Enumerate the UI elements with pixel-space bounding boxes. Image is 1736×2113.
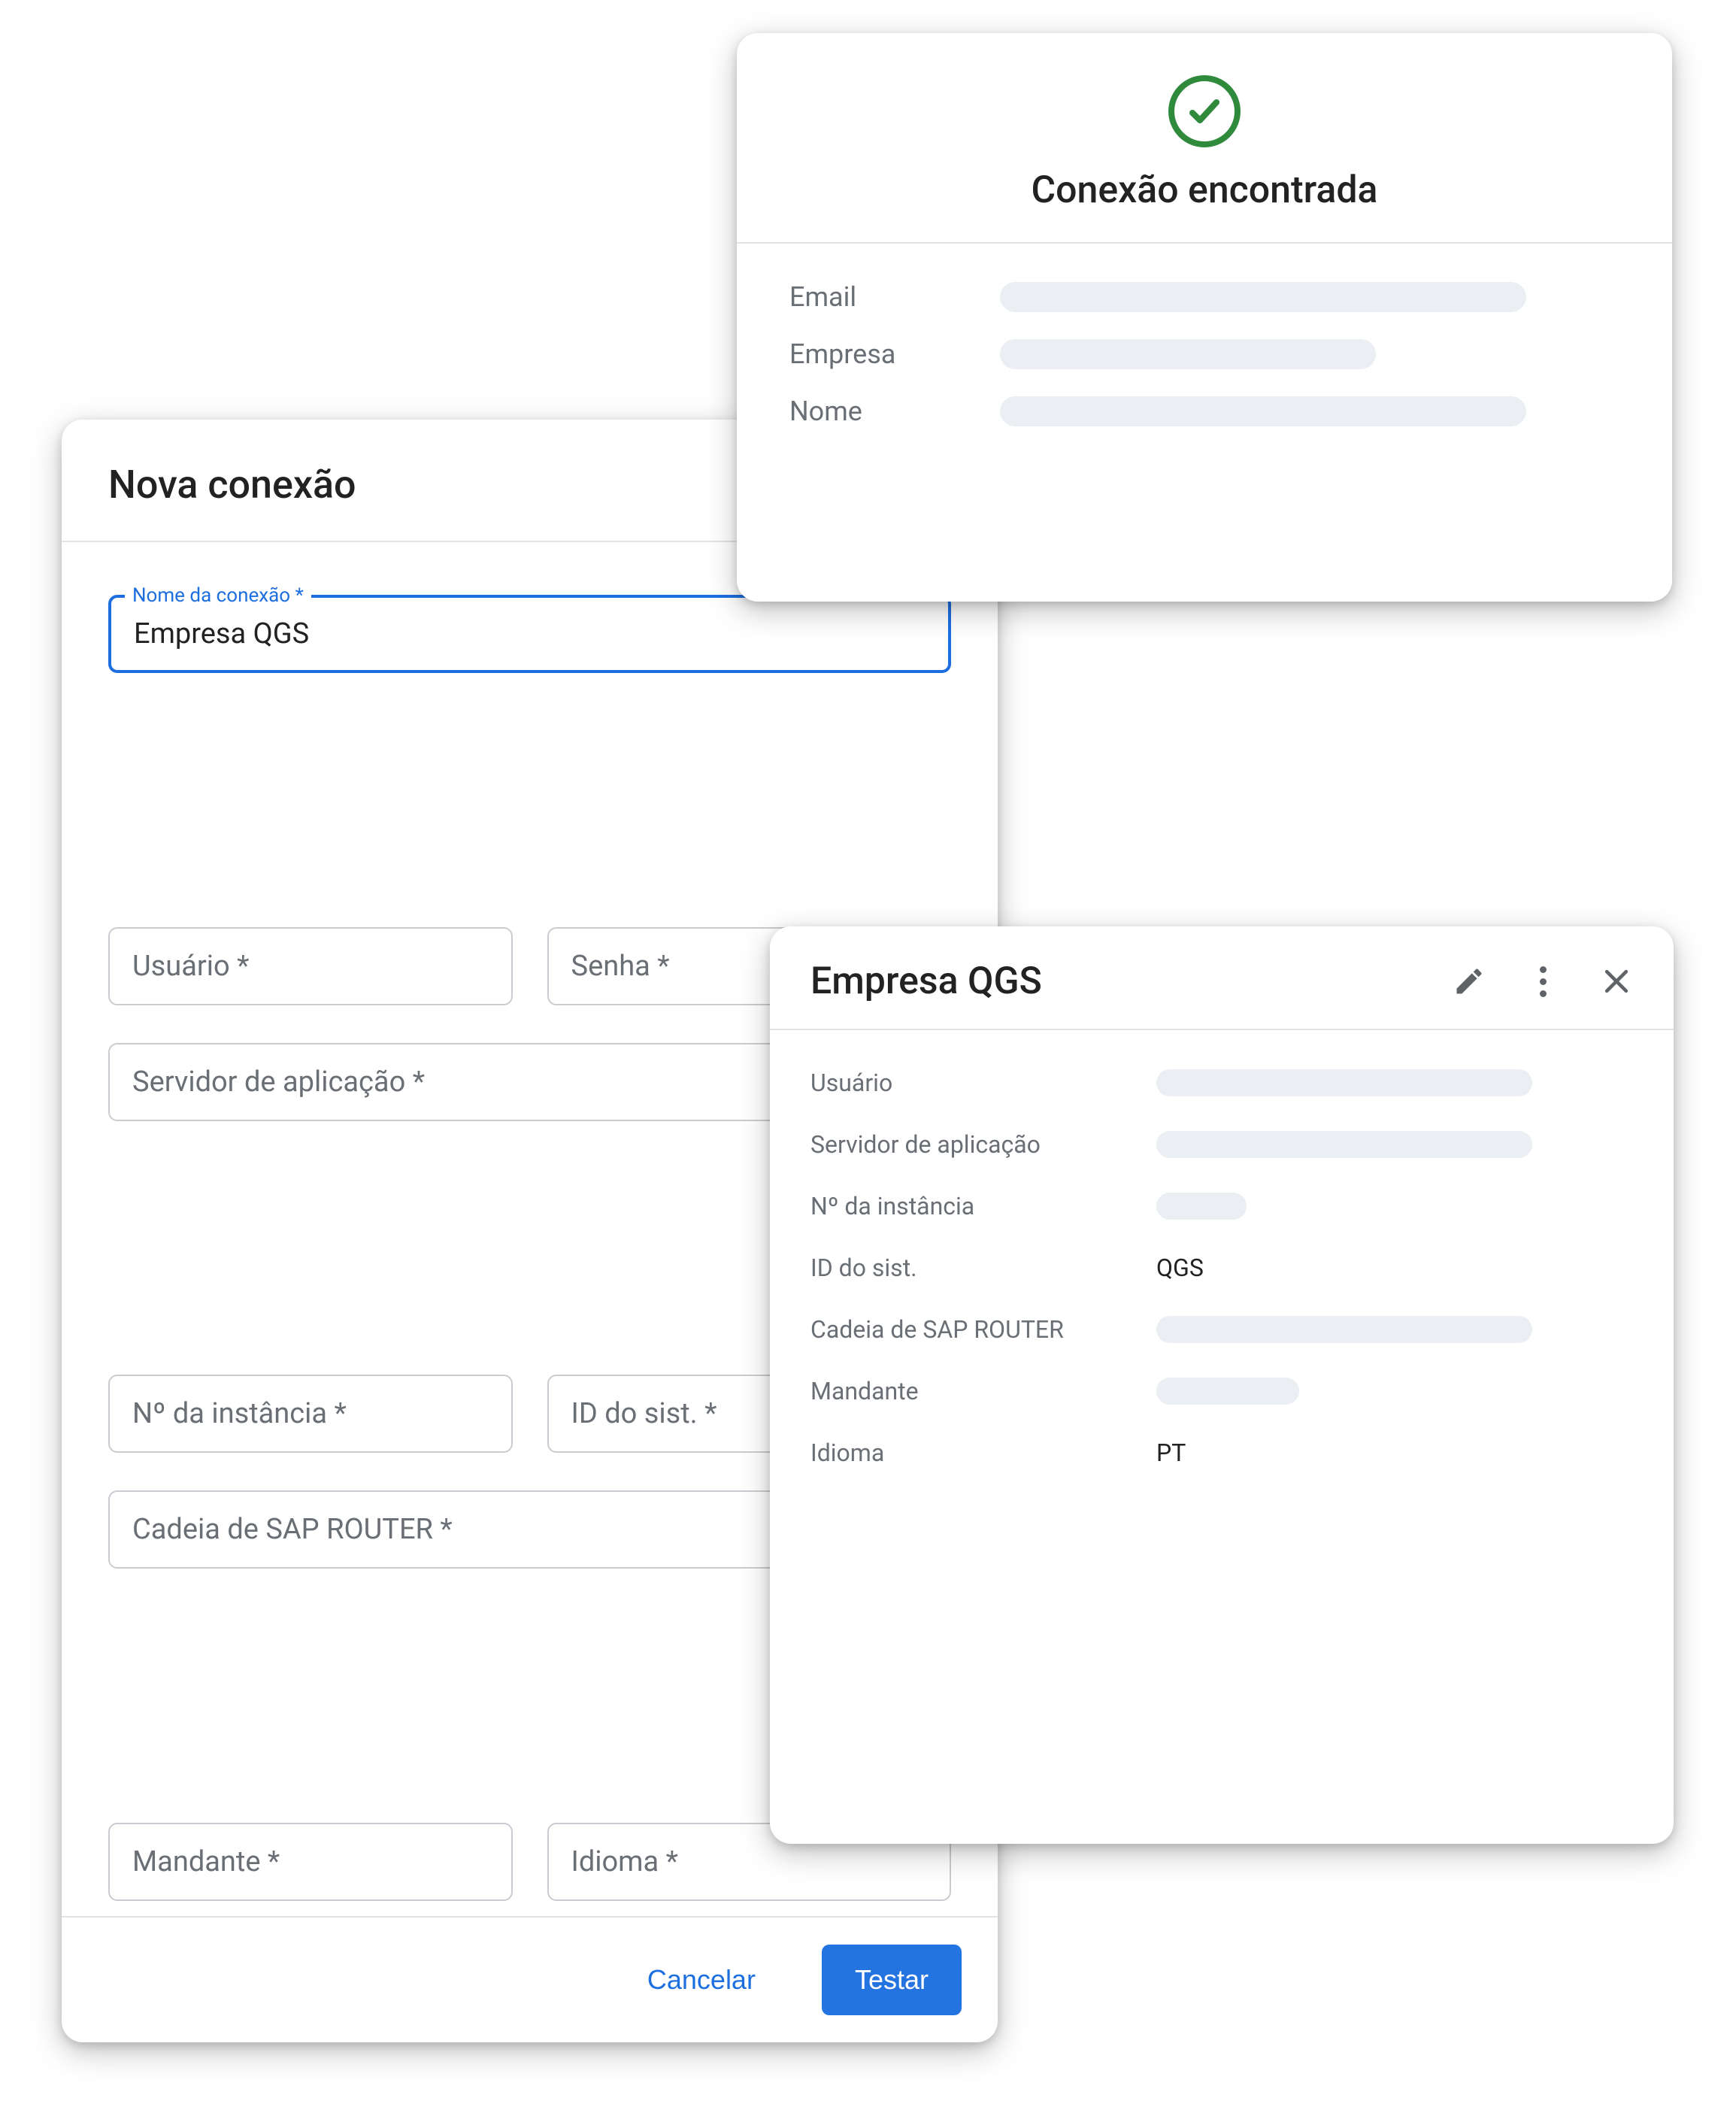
success-body: Email Empresa Nome — [737, 244, 1672, 465]
detail-row-user: Usuário — [810, 1066, 1633, 1099]
edit-icon[interactable] — [1453, 965, 1486, 998]
detail-header: Empresa QGS — [770, 926, 1674, 1030]
detail-system-id-value: QGS — [1156, 1254, 1204, 1282]
detail-row-client: Mandante — [810, 1375, 1633, 1408]
detail-client-label: Mandante — [810, 1377, 1156, 1405]
detail-app-server-skeleton — [1156, 1131, 1532, 1158]
detail-row-app-server: Servidor de aplicação — [810, 1128, 1633, 1161]
connection-name-label: Nome da conexão * — [125, 584, 311, 607]
detail-app-server-label: Servidor de aplicação — [810, 1130, 1156, 1159]
name-value-skeleton — [1000, 396, 1526, 426]
detail-sap-router-label: Cadeia de SAP ROUTER — [810, 1315, 1156, 1344]
user-placeholder: Usuário * — [132, 950, 249, 983]
success-row-email: Email — [789, 281, 1619, 313]
test-button[interactable]: Testar — [822, 1945, 962, 2015]
more-icon[interactable] — [1526, 965, 1559, 998]
detail-sap-router-skeleton — [1156, 1316, 1532, 1343]
close-icon[interactable] — [1600, 965, 1633, 998]
detail-row-system-id: ID do sist. QGS — [810, 1251, 1633, 1284]
detail-actions — [1453, 965, 1633, 998]
detail-language-value: PT — [1156, 1438, 1186, 1467]
detail-title: Empresa QGS — [810, 959, 1453, 1003]
success-title: Conexão encontrada — [1032, 168, 1378, 212]
detail-instance-no-label: Nº da instância — [810, 1192, 1156, 1220]
detail-language-label: Idioma — [810, 1438, 1156, 1467]
success-row-name: Nome — [789, 396, 1619, 427]
connection-detail-card: Empresa QGS Usuário Servidor de aplicaçã… — [770, 926, 1674, 1844]
name-label: Nome — [789, 396, 1000, 427]
detail-row-language: Idioma PT — [810, 1436, 1633, 1469]
form-footer: Cancelar Testar — [62, 1916, 998, 2042]
detail-user-label: Usuário — [810, 1069, 1156, 1097]
connection-name-field[interactable]: Nome da conexão * Empresa QGS — [108, 595, 951, 890]
cancel-button[interactable]: Cancelar — [617, 1948, 786, 2012]
app-server-placeholder: Servidor de aplicação * — [132, 1066, 425, 1099]
instance-no-field[interactable]: Nº da instância * — [108, 1375, 513, 1453]
connection-name-value: Empresa QGS — [134, 617, 309, 650]
success-row-company: Empresa — [789, 338, 1619, 370]
user-field[interactable]: Usuário * — [108, 927, 513, 1005]
email-value-skeleton — [1000, 282, 1526, 312]
detail-body: Usuário Servidor de aplicação Nº da inst… — [770, 1030, 1674, 1505]
detail-row-sap-router: Cadeia de SAP ROUTER — [810, 1313, 1633, 1346]
client-placeholder: Mandante * — [132, 1845, 280, 1878]
language-placeholder: Idioma * — [571, 1845, 678, 1878]
company-label: Empresa — [789, 338, 1000, 370]
detail-system-id-label: ID do sist. — [810, 1254, 1156, 1282]
system-id-placeholder: ID do sist. * — [571, 1397, 717, 1430]
instance-no-placeholder: Nº da instância * — [132, 1397, 347, 1430]
detail-user-skeleton — [1156, 1069, 1532, 1096]
email-label: Email — [789, 281, 1000, 313]
password-placeholder: Senha * — [571, 950, 670, 983]
detail-row-instance-no: Nº da instância — [810, 1190, 1633, 1223]
client-field[interactable]: Mandante * — [108, 1823, 513, 1901]
sap-router-placeholder: Cadeia de SAP ROUTER * — [132, 1513, 453, 1546]
detail-client-skeleton — [1156, 1378, 1299, 1405]
connection-found-card: Conexão encontrada Email Empresa Nome — [737, 33, 1672, 602]
company-value-skeleton — [1000, 339, 1376, 369]
success-header: Conexão encontrada — [737, 33, 1672, 244]
check-circle-icon — [1168, 75, 1241, 147]
detail-instance-no-skeleton — [1156, 1193, 1247, 1220]
